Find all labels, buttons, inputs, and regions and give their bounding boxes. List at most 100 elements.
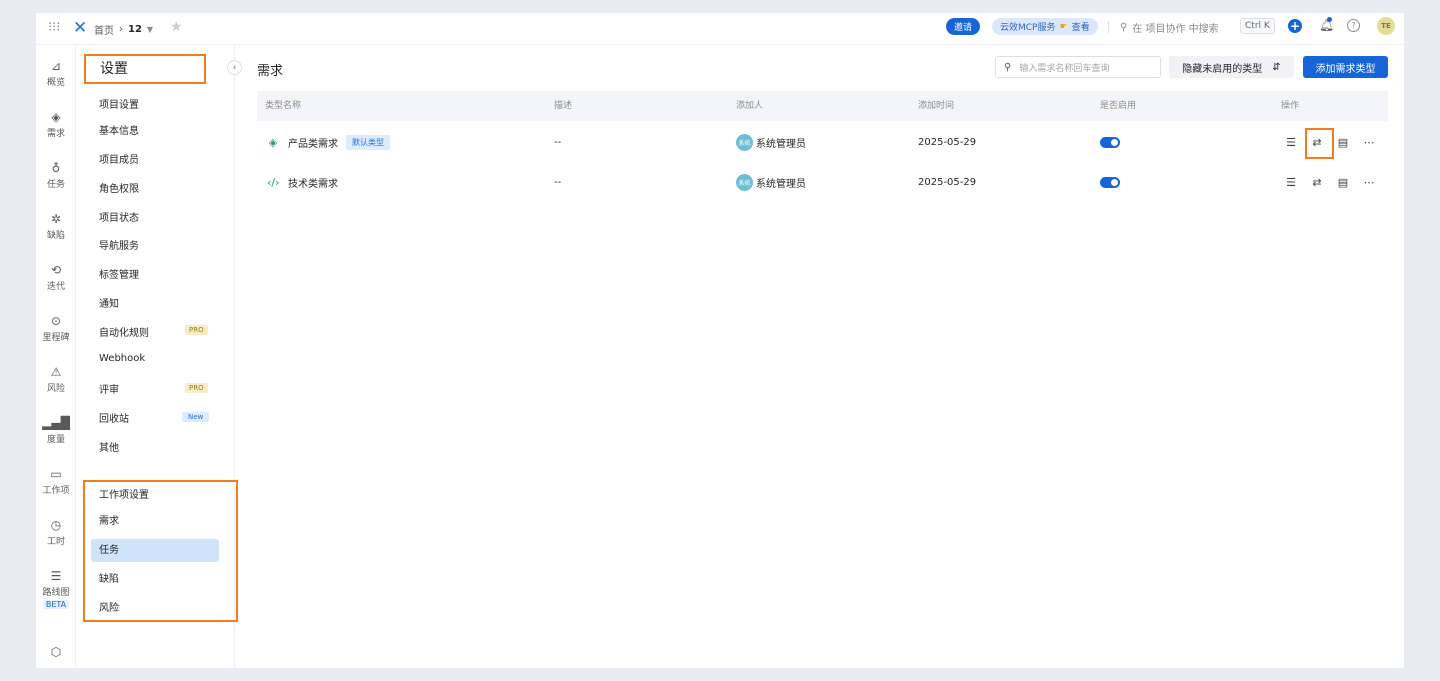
shortcut-hint: Ctrl K: [1240, 18, 1275, 34]
chart-icon: ⊿: [50, 59, 62, 73]
adder-name: 系统管理员: [756, 178, 806, 190]
type-name-cell: ‹/› 技术类需求: [267, 162, 338, 202]
rail-label: 工时: [46, 537, 65, 547]
column-header: 是否启用: [1100, 101, 1137, 111]
mcp-view-link[interactable]: 查看: [1072, 20, 1090, 33]
rail-item-settings[interactable]: ⬡: [36, 645, 76, 661]
collapse-sidebar-icon[interactable]: ‹: [227, 60, 242, 75]
sidebar-item-roles[interactable]: 角色权限: [99, 180, 139, 195]
type-name-cell: ◈ 产品类需求 默认类型: [267, 122, 390, 162]
rail-item-bug[interactable]: ✲ 缺陷: [36, 212, 76, 241]
rail-item-overview[interactable]: ⊿ 概览: [36, 59, 76, 88]
rail-item-milestone[interactable]: ⊙ 里程碑: [36, 314, 76, 343]
rail-item-roadmap[interactable]: ☰ 路线图 BETA: [36, 569, 76, 610]
rail-item-metrics[interactable]: ▂▄█ 度量: [36, 416, 76, 445]
enable-toggle[interactable]: [1100, 176, 1120, 188]
hide-disabled-button[interactable]: 隐藏未启用的类型 ⇵: [1169, 56, 1294, 78]
enable-toggle-cell: [1100, 122, 1120, 162]
folder-icon: ▭: [50, 467, 62, 481]
sprint-icon: ⟲: [50, 263, 62, 277]
sidebar-item-basic-info[interactable]: 基本信息: [99, 122, 139, 137]
breadcrumb: 首页 › 12 ▼: [94, 22, 153, 37]
adder-cell: 系统 系统管理员: [736, 122, 806, 162]
rail-label: 需求: [46, 129, 65, 139]
search-icon: ⚲: [1120, 22, 1128, 33]
sidebar-item-review[interactable]: 评审: [99, 381, 119, 396]
table-row[interactable]: ‹/› 技术类需求 -- 系统 系统管理员 2025-05-29 ☰ ⇄ ▤ ⋯: [257, 162, 1388, 202]
workflow-icon[interactable]: ⇄: [1310, 162, 1324, 202]
code-icon: ‹/›: [267, 175, 280, 189]
project-settings-heading: 项目设置: [99, 100, 139, 111]
rail-item-worktime[interactable]: ◷ 工时: [36, 518, 76, 547]
logo-icon[interactable]: ✕: [73, 18, 87, 38]
column-header: 类型名称: [265, 101, 302, 111]
invite-button[interactable]: 邀请: [946, 18, 981, 35]
rail-label: 缺陷: [46, 231, 65, 241]
rail-label: 概览: [46, 78, 65, 88]
column-header: 操作: [1281, 101, 1300, 111]
top-bar: ⁝⁝⁝ ✕ 首页 › 12 ▼ ★ 邀请 云效MCP服务 ☛ 查看 ⚲ 在 项目…: [36, 13, 1404, 45]
sidebar-item-notify[interactable]: 通知: [99, 295, 119, 310]
rail-item-workitem[interactable]: ▭ 工作项: [36, 467, 76, 496]
date-cell: 2025-05-29: [918, 136, 977, 148]
chevrons-icon: ⇵: [1272, 61, 1281, 73]
type-search-input[interactable]: ⚲ 输入需求名称回车查询: [995, 56, 1161, 78]
sidebar-item-tags[interactable]: 标签管理: [99, 266, 139, 281]
column-header: 描述: [554, 101, 573, 111]
rail-label: 任务: [46, 180, 65, 190]
sidebar-item-nav-service[interactable]: 导航服务: [99, 237, 139, 252]
table-header: 类型名称 描述 添加人 添加时间 是否启用 操作: [257, 91, 1388, 121]
timer-icon: ◷: [50, 518, 62, 532]
document-icon[interactable]: ▤: [1336, 122, 1350, 162]
column-header: 添加时间: [918, 101, 955, 111]
layers-icon: ◈: [268, 135, 278, 149]
breadcrumb-project[interactable]: 12: [128, 24, 142, 35]
apps-grid-icon[interactable]: ⁝⁝⁝: [48, 21, 62, 35]
sidebar-item-recycle[interactable]: 回收站: [99, 410, 129, 425]
table-row[interactable]: ◈ 产品类需求 默认类型 -- 系统 系统管理员 2025-05-29 ☰ ⇄ …: [257, 122, 1388, 162]
rail-label: 风险: [46, 384, 65, 394]
more-icon[interactable]: ⋯: [1362, 122, 1376, 162]
layers-icon: ◈: [51, 110, 61, 124]
user-avatar[interactable]: TE: [1377, 17, 1395, 35]
sidebar-item-status[interactable]: 项目状态: [99, 209, 139, 224]
rail-item-requirement[interactable]: ◈ 需求: [36, 110, 76, 139]
rail-label: 工作项: [42, 486, 70, 496]
rail-label: 迭代: [46, 282, 65, 292]
description-cell: --: [554, 136, 562, 148]
breadcrumb-home[interactable]: 首页: [94, 22, 114, 37]
list-icon[interactable]: ☰: [1284, 122, 1298, 162]
rail-label: 里程碑: [42, 333, 70, 343]
global-search[interactable]: ⚲ 在 项目协作 中搜索: [1120, 20, 1219, 35]
column-header: 添加人: [736, 101, 764, 111]
warning-icon: ⚠︎: [50, 365, 62, 379]
add-type-button[interactable]: 添加需求类型: [1303, 56, 1388, 78]
bulb-icon: ♁: [51, 161, 61, 175]
rail-item-sprint[interactable]: ⟲ 迭代: [36, 263, 76, 292]
rail-label: 度量: [46, 435, 65, 445]
rail-item-task[interactable]: ♁ 任务: [36, 161, 76, 190]
mcp-label: 云效MCP服务: [1000, 23, 1056, 33]
mcp-service-badge[interactable]: 云效MCP服务 ☛ 查看: [992, 18, 1098, 35]
workflow-highlight-outline: [1305, 128, 1334, 159]
global-search-placeholder: 在 项目协作 中搜索: [1132, 24, 1219, 35]
type-name[interactable]: 产品类需求: [288, 135, 338, 150]
sidebar-title: 设置: [84, 54, 206, 84]
caret-down-icon[interactable]: ▼: [147, 25, 153, 34]
type-name[interactable]: 技术类需求: [288, 175, 338, 190]
sidebar-item-automation[interactable]: 自动化规则: [99, 324, 149, 339]
help-icon[interactable]: ?: [1347, 19, 1360, 32]
avatar: 系统: [736, 133, 753, 151]
document-icon[interactable]: ▤: [1336, 162, 1350, 202]
enable-toggle[interactable]: [1100, 136, 1120, 148]
create-plus-icon[interactable]: +: [1288, 19, 1302, 33]
sidebar-item-members[interactable]: 项目成员: [99, 151, 139, 166]
more-icon[interactable]: ⋯: [1362, 162, 1376, 202]
star-icon[interactable]: ★: [170, 19, 183, 35]
sidebar-item-other[interactable]: 其他: [99, 439, 119, 454]
rail-item-risk[interactable]: ⚠︎ 风险: [36, 365, 76, 394]
app-window: ⁝⁝⁝ ✕ 首页 › 12 ▼ ★ 邀请 云效MCP服务 ☛ 查看 ⚲ 在 项目…: [36, 13, 1404, 668]
sidebar-item-webhook[interactable]: Webhook: [99, 353, 145, 364]
settings-hex-icon: ⬡: [50, 645, 62, 659]
list-icon[interactable]: ☰: [1284, 162, 1298, 202]
